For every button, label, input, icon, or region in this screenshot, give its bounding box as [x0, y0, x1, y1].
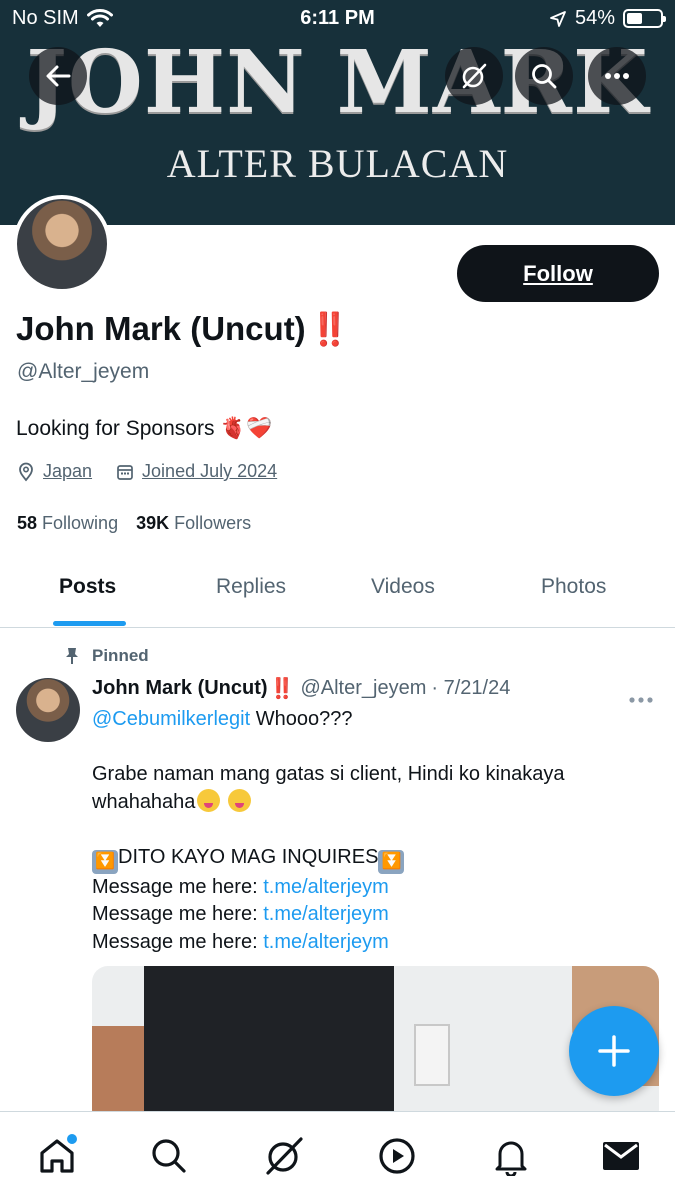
message-label: Message me here:: [92, 903, 264, 925]
telegram-link[interactable]: t.me/alterjeym: [263, 903, 389, 925]
profile-name: John Mark (Uncut) ‼️: [16, 310, 350, 348]
tweet-author-avatar[interactable]: [16, 678, 80, 742]
back-button[interactable]: [29, 47, 87, 105]
profile-avatar[interactable]: [13, 195, 111, 293]
bell-icon: [495, 1141, 527, 1176]
following-count: 58: [17, 513, 38, 533]
compose-button[interactable]: [569, 1006, 659, 1096]
tab-replies[interactable]: Replies: [216, 575, 286, 599]
profile-bio: Looking for Sponsors 🫀❤️‍🩹: [16, 417, 273, 440]
tweet-author-name[interactable]: John Mark (Uncut): [92, 677, 268, 700]
name-emoji: ‼️: [309, 311, 350, 347]
tweet-author-emoji: ‼️: [269, 678, 295, 700]
calendar-icon: [117, 464, 133, 480]
search-icon: [532, 64, 557, 89]
winking-tongue-emoji: [228, 788, 251, 812]
display-name-text: John Mark (Uncut): [16, 310, 306, 347]
tweet-line-1: Whooo???: [250, 708, 353, 730]
media-outlet: [414, 1024, 450, 1086]
nav-home[interactable]: [35, 1134, 79, 1178]
battery-level: [627, 13, 643, 24]
more-button[interactable]: [588, 47, 646, 105]
nav-messages[interactable]: [599, 1134, 643, 1178]
winking-tongue-emoji: [197, 788, 221, 812]
plus-icon: [598, 1035, 630, 1067]
bottom-navigation: [0, 1111, 675, 1200]
inquire-text: DITO KAYO MAG INQUIRES: [118, 845, 379, 868]
nav-video[interactable]: [375, 1134, 419, 1178]
more-horizontal-icon: [605, 73, 629, 79]
status-bar: No SIM 6:11 PM 54%: [0, 0, 675, 38]
grok-button[interactable]: [445, 47, 503, 105]
profile-tabs: Posts Replies Videos Photos: [0, 558, 675, 628]
telegram-link[interactable]: t.me/alterjeym: [263, 876, 389, 898]
grok-icon: [462, 63, 487, 89]
follow-stats: 58 Following 39K Followers: [17, 513, 251, 534]
follow-button[interactable]: Follow: [457, 245, 659, 302]
grok-icon: [266, 1137, 303, 1175]
search-icon: [152, 1139, 186, 1173]
followers-stat[interactable]: 39K Followers: [136, 513, 251, 534]
search-button[interactable]: [515, 47, 573, 105]
message-label: Message me here:: [92, 875, 264, 898]
location-pin-icon: [19, 462, 33, 481]
nav-grok[interactable]: [262, 1134, 306, 1178]
tab-photos[interactable]: Photos: [541, 575, 606, 599]
media-tv: [144, 966, 394, 1126]
nav-search[interactable]: [147, 1134, 191, 1178]
tweet-text: @Cebumilkerlegit Whooo??? Grabe naman ma…: [92, 706, 652, 956]
tweet-line-2: Grabe naman mang gatas si client, Hindi …: [92, 763, 565, 813]
nav-notifications[interactable]: [489, 1134, 533, 1178]
arrow-left-icon: [46, 65, 71, 87]
following-stat[interactable]: 58 Following: [17, 513, 118, 534]
profile-handle: @Alter_jeyem: [17, 360, 150, 383]
location-item[interactable]: Japan: [17, 461, 92, 482]
tab-videos[interactable]: Videos: [371, 575, 435, 599]
battery-icon: [623, 9, 666, 28]
pinned-indicator: Pinned: [64, 646, 149, 666]
mail-icon: [603, 1142, 639, 1170]
play-icon: [379, 1138, 415, 1174]
down-arrow-emoji: ⏬: [378, 849, 405, 874]
banner-subtitle: ALTER BULACAN: [166, 141, 509, 186]
down-arrow-emoji: ⏬: [92, 849, 118, 874]
banner-title: JOHN MARK: [26, 32, 649, 133]
message-label: Message me here:: [92, 930, 264, 953]
pin-icon: [66, 648, 78, 664]
tab-posts[interactable]: Posts: [59, 575, 116, 599]
more-horizontal-icon: [629, 697, 653, 703]
following-label: Following: [42, 513, 119, 533]
followers-label: Followers: [174, 513, 252, 533]
tweet-header: John Mark (Uncut) ‼️ @Alter_jeyem · 7/21…: [92, 676, 510, 701]
joined-item: Joined July 2024: [116, 461, 277, 482]
joined-text: Joined July 2024: [142, 461, 278, 481]
active-tab-indicator: [53, 621, 126, 626]
profile-meta: Japan Joined July 2024: [17, 461, 277, 482]
mention-link[interactable]: @Cebumilkerlegit: [92, 708, 250, 730]
pinned-label: Pinned: [92, 646, 149, 665]
telegram-link[interactable]: t.me/alterjeym: [263, 931, 389, 953]
battery-percent: 54%: [574, 7, 615, 29]
tweet-date[interactable]: · 7/21/24: [431, 677, 510, 700]
location-text[interactable]: Japan: [43, 461, 92, 482]
followers-count: 39K: [136, 513, 170, 533]
tweet-author-handle[interactable]: @Alter_jeyem: [300, 677, 426, 700]
location-arrow-icon: [550, 10, 566, 27]
home-notification-dot: [67, 1134, 77, 1144]
